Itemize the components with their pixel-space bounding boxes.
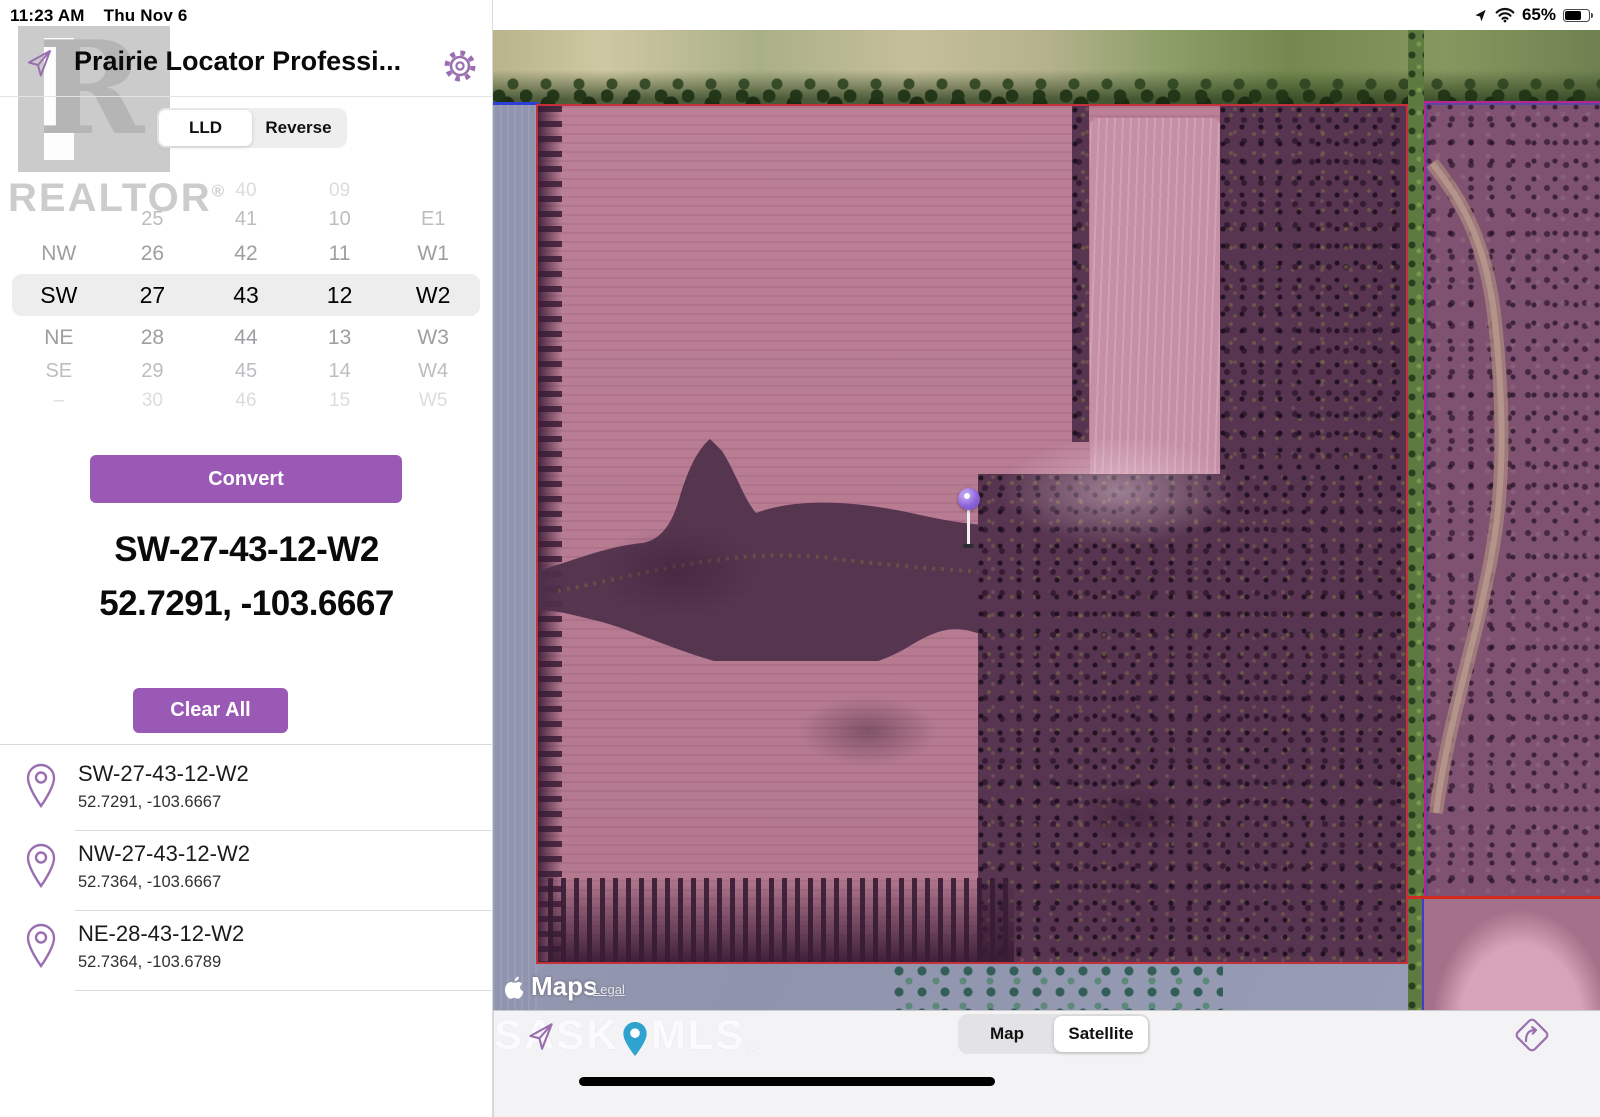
location-services-icon bbox=[1473, 8, 1488, 23]
map-pin-icon bbox=[25, 763, 57, 809]
wifi-icon bbox=[1495, 7, 1515, 23]
map-blue-boundary-line bbox=[1422, 899, 1424, 1010]
forest-southeast bbox=[978, 474, 1406, 962]
map-blue-boundary-line bbox=[493, 102, 538, 105]
saved-location-lld: NW-27-43-12-W2 bbox=[78, 841, 250, 867]
list-divider bbox=[75, 990, 493, 991]
apple-maps-logo: Maps bbox=[505, 971, 597, 1002]
saved-location-row[interactable]: NE-28-43-12-W2 52.7364, -103.6789 bbox=[0, 911, 493, 991]
map-pin-icon bbox=[25, 843, 57, 889]
map-trees-south bbox=[893, 963, 1223, 1010]
clear-all-button[interactable]: Clear All bbox=[133, 688, 288, 733]
map-pin-icon bbox=[25, 923, 57, 969]
status-date: Thu Nov 6 bbox=[104, 6, 188, 25]
tab-reverse[interactable]: Reverse bbox=[252, 110, 345, 146]
picker-row[interactable]: NE284413W3 bbox=[12, 326, 480, 350]
picker-row[interactable]: NW264211W1 bbox=[12, 242, 480, 266]
status-bar-left: 11:23 AM Thu Nov 6 bbox=[10, 6, 188, 26]
mode-segmented-control: LLD Reverse bbox=[157, 108, 347, 148]
picker-row-selected[interactable]: SW274312W2 bbox=[12, 282, 480, 309]
dropped-pin[interactable] bbox=[958, 488, 980, 510]
apple-logo-icon bbox=[505, 975, 525, 999]
result-coordinates: 52.7291, -103.6667 bbox=[0, 584, 493, 624]
saved-location-coords: 52.7364, -103.6789 bbox=[78, 953, 221, 972]
trail-road bbox=[1426, 103, 1600, 902]
map-pin-base bbox=[963, 544, 974, 548]
app-screen: Maps Legal Map Satellite SASK MLS ® bbox=[0, 0, 1600, 1117]
map-type-segmented-control: Map Satellite bbox=[958, 1014, 1150, 1054]
saved-location-coords: 52.7364, -103.6667 bbox=[78, 873, 221, 892]
lld-picker-wheel[interactable]: 4009 254110E1 NW264211W1 SW274312W2 NE28… bbox=[12, 178, 480, 410]
home-indicator[interactable] bbox=[579, 1077, 995, 1086]
map-adjacent-section bbox=[1424, 101, 1600, 900]
tree-fringe-south bbox=[548, 878, 1014, 962]
header-divider bbox=[0, 96, 493, 97]
saved-location-lld: NE-28-43-12-W2 bbox=[78, 921, 244, 947]
saved-location-coords: 52.7291, -103.6667 bbox=[78, 793, 221, 812]
legal-link[interactable]: Legal bbox=[593, 982, 625, 997]
map-highlighted-section bbox=[536, 104, 1408, 964]
tracking-arrow-icon[interactable] bbox=[524, 1019, 558, 1053]
map-unselected-west-strip bbox=[493, 104, 537, 1010]
status-bar-right: 65% bbox=[1473, 5, 1590, 25]
road-allowance-green-strip bbox=[1408, 30, 1424, 1010]
battery-percent: 65% bbox=[1522, 5, 1556, 25]
light-soil-patch bbox=[998, 436, 1238, 546]
map-canvas[interactable]: Maps Legal bbox=[493, 30, 1600, 1010]
result-lld: SW-27-43-12-W2 bbox=[0, 530, 493, 570]
locate-arrow-icon[interactable] bbox=[24, 46, 56, 80]
map-bottom-bar: Map Satellite SASK MLS ® bbox=[493, 1010, 1600, 1117]
convert-button[interactable]: Convert bbox=[90, 455, 402, 503]
settings-gear-icon[interactable] bbox=[440, 46, 480, 86]
watermark-mls: MLS bbox=[651, 1011, 746, 1059]
saved-location-row[interactable]: NW-27-43-12-W2 52.7364, -103.6667 bbox=[0, 831, 493, 911]
page-title: Prairie Locator Professi... bbox=[74, 46, 434, 77]
map-overlay-south-east bbox=[1424, 899, 1600, 1010]
tab-map[interactable]: Map bbox=[960, 1016, 1054, 1052]
saved-locations-list: SW-27-43-12-W2 52.7291, -103.6667 NW-27-… bbox=[0, 744, 493, 745]
field-shadow bbox=[1078, 786, 1188, 846]
saved-location-row[interactable]: SW-27-43-12-W2 52.7291, -103.6667 bbox=[0, 751, 493, 831]
picker-row[interactable]: SE294514W4 bbox=[12, 360, 480, 383]
sidebar: R REALTOR® Prairie Locator Professi... L… bbox=[0, 0, 493, 1117]
picker-row[interactable]: 4009 bbox=[12, 180, 480, 202]
tab-lld[interactable]: LLD bbox=[159, 110, 252, 146]
field-shadow bbox=[798, 696, 938, 766]
picker-row[interactable]: –304615W5 bbox=[12, 390, 480, 410]
directions-icon[interactable] bbox=[1510, 1013, 1554, 1057]
tab-satellite[interactable]: Satellite bbox=[1054, 1016, 1148, 1052]
saved-location-lld: SW-27-43-12-W2 bbox=[78, 761, 249, 787]
field-shadow bbox=[598, 526, 758, 616]
blue-pin-icon bbox=[622, 1021, 648, 1057]
watermark-reg: ® bbox=[747, 1041, 761, 1059]
picker-row[interactable]: 254110E1 bbox=[12, 208, 480, 231]
status-time: 11:23 AM bbox=[10, 6, 85, 25]
maps-wordmark: Maps bbox=[531, 971, 597, 1002]
battery-icon bbox=[1563, 9, 1590, 22]
dropped-pin-highlight bbox=[964, 493, 970, 499]
map-pin-stem bbox=[967, 509, 970, 545]
